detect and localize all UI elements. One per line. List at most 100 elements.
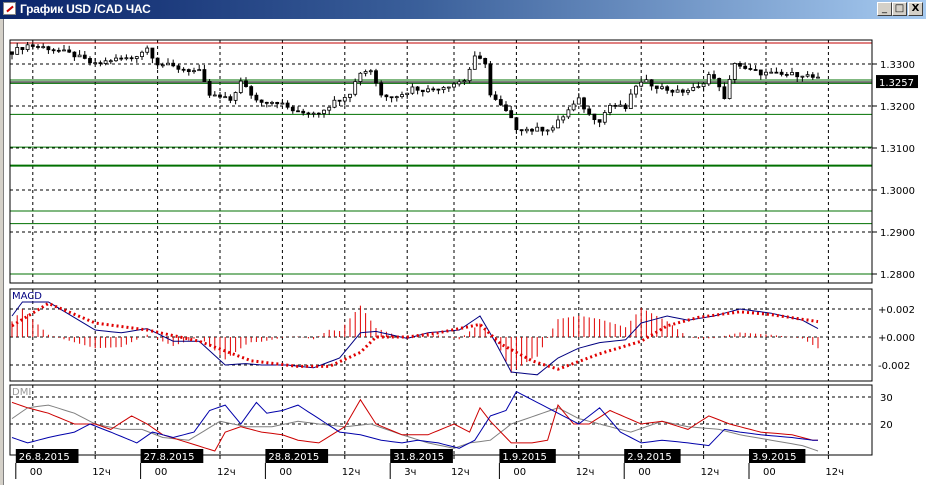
candle-body xyxy=(207,81,212,96)
candle-body xyxy=(519,129,524,132)
candle-body xyxy=(701,83,706,87)
candle-body xyxy=(311,112,316,115)
candle-body xyxy=(337,99,342,102)
candle-body xyxy=(290,106,295,112)
candle-body xyxy=(691,87,696,91)
time-label: 12ч xyxy=(451,467,470,478)
time-label: 00 xyxy=(638,467,651,478)
candle-body xyxy=(644,79,649,83)
price-label: 1.3300 xyxy=(880,60,915,71)
candle-body xyxy=(576,97,581,105)
candle-body xyxy=(400,94,404,98)
candle-body xyxy=(25,44,30,50)
candle-body xyxy=(82,54,87,59)
candle-body xyxy=(415,86,420,91)
candle-body xyxy=(717,77,722,88)
candle-body xyxy=(171,62,176,67)
candle-body xyxy=(441,86,446,90)
candle-body xyxy=(483,58,488,65)
candle-body xyxy=(114,57,118,62)
time-label: 00 xyxy=(30,467,43,478)
candle-body xyxy=(134,56,139,59)
time-label: 00 xyxy=(513,467,526,478)
candle-body xyxy=(634,85,638,95)
chart-area[interactable]: MACD DMI 00 12ч 00 12ч 00 12ч 3ч 12ч 00 12ч 00 12ч 0… xyxy=(0,0,926,485)
candle-body xyxy=(582,97,586,110)
date-label: 26.8.2015 xyxy=(19,452,70,463)
panel-frames xyxy=(9,39,873,456)
candle-body xyxy=(228,96,233,101)
time-label: 3ч xyxy=(404,467,416,478)
candle-body xyxy=(233,92,238,101)
candle-body xyxy=(748,68,753,70)
date-label: 1.9.2015 xyxy=(502,452,547,463)
candle-body xyxy=(774,71,779,74)
candle-body xyxy=(779,71,784,75)
candle-body xyxy=(722,86,727,99)
candle-body xyxy=(342,97,347,102)
candle-body xyxy=(795,72,800,78)
candle-body xyxy=(389,96,394,99)
candle-body xyxy=(244,80,248,87)
candle-body xyxy=(186,69,191,72)
candle-body xyxy=(36,46,40,48)
candle-body xyxy=(348,93,352,98)
candle-body xyxy=(665,86,670,91)
candle-body xyxy=(639,81,644,87)
current-price-label: 1.3257 xyxy=(879,78,914,89)
time-label: 12ч xyxy=(576,467,595,478)
candle-body xyxy=(452,83,456,88)
candle-body xyxy=(316,112,321,115)
candle-body xyxy=(758,69,763,76)
candle-body xyxy=(509,110,514,119)
candle-body xyxy=(602,112,607,123)
candle-body xyxy=(384,94,389,98)
candle-body xyxy=(628,93,633,109)
price-candles xyxy=(10,41,820,136)
candle-body xyxy=(20,47,25,50)
candle-body xyxy=(420,89,425,93)
candle-body xyxy=(176,65,181,70)
axis-labels: MACD DMI 00 12ч 00 12ч 00 12ч 3ч 12ч 00 12ч 00 12ч 0… xyxy=(12,60,918,479)
candle-body xyxy=(686,89,690,93)
candle-body xyxy=(270,101,274,104)
candle-body xyxy=(394,96,399,99)
candle-body xyxy=(478,55,482,59)
candle-body xyxy=(488,63,493,96)
macd-label: MACD xyxy=(12,291,42,302)
candle-body xyxy=(259,99,264,103)
candle-body xyxy=(62,49,66,52)
candle-body xyxy=(462,80,467,83)
candle-body xyxy=(166,62,170,66)
date-label: 31.8.2015 xyxy=(393,452,444,463)
candle-body xyxy=(623,104,628,109)
price-label: 1.2900 xyxy=(880,228,915,239)
grid-lines xyxy=(10,40,877,459)
candle-body xyxy=(197,69,202,72)
price-label: 1.2800 xyxy=(880,270,915,281)
candle-body xyxy=(379,82,384,96)
time-label: 00 xyxy=(279,467,292,478)
candle-body xyxy=(119,57,124,60)
candle-body xyxy=(181,68,186,71)
candle-body xyxy=(30,44,35,47)
candle-body xyxy=(504,104,508,112)
candle-body xyxy=(675,89,680,93)
candle-body xyxy=(327,106,332,111)
candle-body xyxy=(753,69,758,71)
time-label: 12ч xyxy=(217,467,236,478)
date-label: 28.8.2015 xyxy=(268,452,319,463)
candle-body xyxy=(660,86,664,89)
candle-body xyxy=(103,60,108,64)
candle-body xyxy=(535,126,540,132)
price-label: 1.3200 xyxy=(880,102,915,113)
candle-body xyxy=(680,89,685,93)
candle-body xyxy=(322,109,326,114)
candle-body xyxy=(275,101,280,105)
candle-body xyxy=(472,55,477,70)
candle-body xyxy=(592,113,597,121)
candle-body xyxy=(649,79,654,87)
candle-body xyxy=(696,86,701,88)
candle-body xyxy=(10,51,14,55)
candle-body xyxy=(72,51,77,58)
